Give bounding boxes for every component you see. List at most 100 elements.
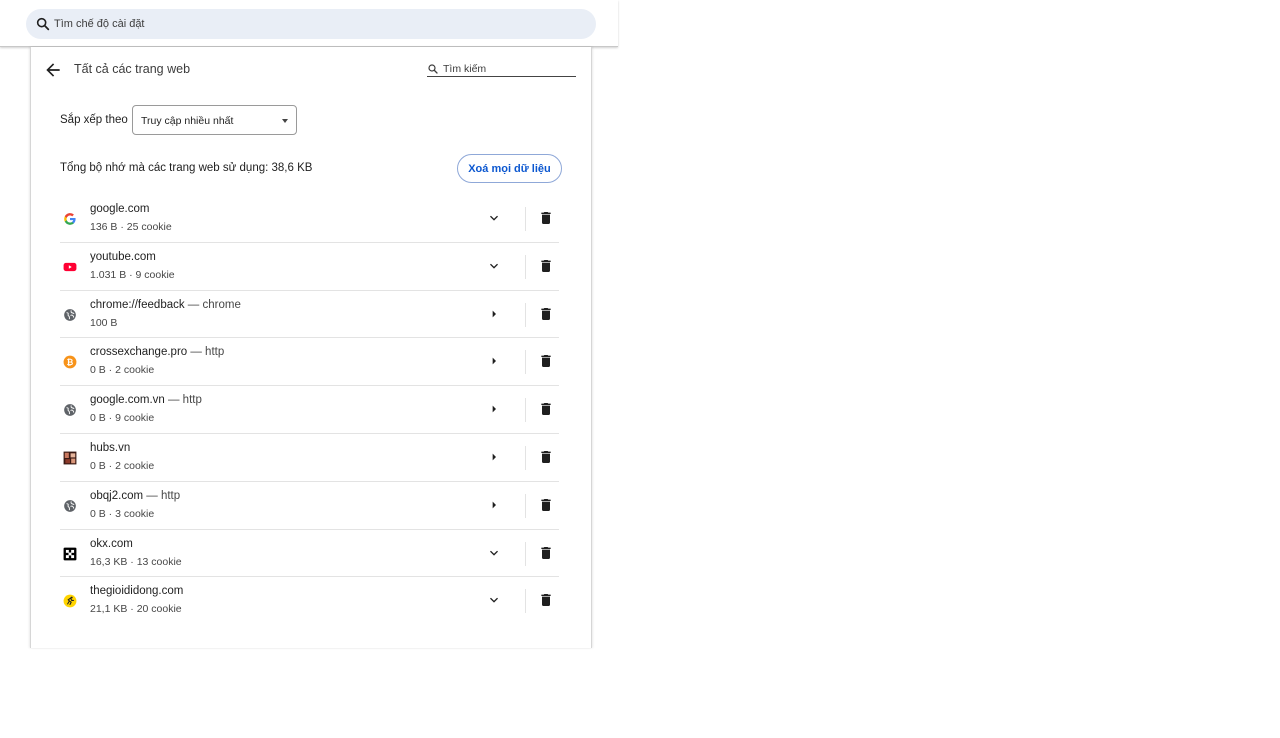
- delete-site-button[interactable]: [538, 449, 554, 465]
- site-row[interactable]: chrome://feedback — chrome 100 B: [60, 291, 559, 339]
- site-host: obqj2.com: [90, 489, 144, 502]
- thegioididong-icon: [63, 594, 77, 608]
- site-row[interactable]: okx.com 16,3 KB · 13 cookie: [60, 530, 559, 578]
- arrow-right-icon[interactable]: [486, 449, 502, 465]
- site-scheme: — http: [143, 489, 181, 502]
- trash-icon: [538, 355, 554, 373]
- search-icon: [428, 64, 438, 74]
- google-icon: [63, 212, 77, 226]
- caret-down-icon: [282, 119, 288, 123]
- site-name: okx.com: [90, 538, 133, 550]
- site-scheme: — chrome: [184, 298, 241, 311]
- settings-search-box[interactable]: [26, 9, 596, 39]
- site-host: crossexchange.pro: [90, 346, 188, 359]
- svg-text:₿: ₿: [67, 357, 74, 367]
- trash-icon: [538, 450, 554, 469]
- site-host: chrome://feedback: [90, 298, 185, 311]
- delete-site-button[interactable]: [538, 497, 554, 513]
- chevron-down-icon[interactable]: [486, 592, 502, 608]
- arrow-right-icon[interactable]: [486, 401, 502, 417]
- delete-site-button[interactable]: [538, 401, 554, 417]
- delete-site-button[interactable]: [538, 545, 554, 561]
- globe-icon: [63, 308, 77, 322]
- okx-icon: [63, 547, 77, 561]
- chevron-down-icon[interactable]: [486, 258, 502, 274]
- site-host: okx.com: [90, 537, 133, 550]
- site-detail: 136 B · 25 cookie: [90, 221, 172, 233]
- site-name: google.com: [90, 203, 149, 215]
- chevron-down-icon[interactable]: [486, 545, 502, 561]
- site-name: chrome://feedback — chrome: [90, 299, 241, 311]
- site-name: obqj2.com — http: [90, 490, 180, 502]
- divider: [525, 541, 526, 566]
- arrow-right-icon[interactable]: [486, 306, 502, 322]
- site-row[interactable]: youtube.com 1.031 B · 9 cookie: [60, 243, 559, 291]
- divider: [525, 207, 526, 231]
- globe-icon: [63, 499, 77, 513]
- site-row[interactable]: obqj2.com — http 0 B · 3 cookie: [60, 482, 559, 530]
- page-title: Tất cả các trang web: [74, 62, 191, 76]
- site-scheme: — http: [187, 346, 225, 359]
- trash-icon: [538, 594, 554, 612]
- sort-selected-value: Truy cập nhiều nhất: [141, 115, 234, 127]
- search-icon: [36, 17, 50, 31]
- delete-site-button[interactable]: [538, 210, 554, 226]
- trash-icon: [538, 259, 554, 278]
- trash-icon: [538, 307, 554, 326]
- delete-site-button[interactable]: [538, 592, 554, 608]
- divider: [525, 398, 526, 423]
- divider: [525, 350, 526, 375]
- all-sites-card: Tất cả các trang web Sắp xếp theo Truy c…: [30, 47, 592, 648]
- chevron-down-icon[interactable]: [486, 210, 502, 226]
- site-name: hubs.vn: [90, 442, 130, 454]
- site-host: hubs.vn: [90, 441, 131, 454]
- site-detail: 0 B · 2 cookie: [90, 459, 155, 472]
- bitcoin-icon: ₿: [63, 355, 77, 369]
- trash-icon: [538, 403, 554, 421]
- site-search-input[interactable]: [443, 61, 573, 76]
- site-row[interactable]: ₿ crossexchange.pro — http 0 B · 2 cooki…: [60, 338, 559, 387]
- site-detail: 0 B · 3 cookie: [90, 507, 155, 520]
- hubs-icon: [63, 451, 77, 465]
- delete-site-button[interactable]: [538, 353, 554, 369]
- back-arrow-icon[interactable]: [43, 60, 63, 80]
- sort-dropdown[interactable]: Truy cập nhiều nhất: [132, 105, 297, 135]
- site-host: google.com: [90, 203, 150, 215]
- site-host: youtube.com: [90, 250, 156, 263]
- site-host: google.com.vn: [90, 394, 165, 407]
- clear-all-data-button[interactable]: Xoá mọi dữ liệu: [457, 154, 562, 183]
- site-detail: 16,3 KB · 13 cookie: [90, 555, 182, 568]
- site-row[interactable]: thegioididong.com 21,1 KB · 20 cookie: [60, 577, 559, 625]
- globe-icon: [63, 403, 77, 417]
- trash-icon: [538, 546, 554, 565]
- site-name: thegioididong.com: [90, 585, 183, 597]
- site-detail: 21,1 KB · 20 cookie: [90, 603, 182, 616]
- site-detail: 0 B · 9 cookie: [90, 412, 155, 425]
- delete-site-button[interactable]: [538, 258, 554, 274]
- sort-label: Sắp xếp theo: [60, 114, 128, 126]
- arrow-right-icon[interactable]: [486, 353, 502, 369]
- trash-icon: [538, 498, 554, 517]
- arrow-right-icon[interactable]: [486, 497, 502, 513]
- site-search-box[interactable]: [427, 61, 576, 77]
- site-detail: 100 B: [90, 316, 118, 329]
- settings-search-input[interactable]: [54, 9, 574, 39]
- site-detail: 1.031 B · 9 cookie: [90, 268, 175, 281]
- site-row[interactable]: google.com.vn — http 0 B · 9 cookie: [60, 386, 559, 434]
- delete-site-button[interactable]: [538, 306, 554, 322]
- site-row[interactable]: hubs.vn 0 B · 2 cookie: [60, 434, 559, 482]
- site-row[interactable]: google.com 136 B · 25 cookie: [60, 195, 559, 243]
- site-host: thegioididong.com: [90, 585, 184, 598]
- divider: [525, 254, 526, 279]
- site-name: google.com.vn — http: [90, 394, 202, 406]
- site-list: google.com 136 B · 25 cookie youtube.com…: [60, 195, 559, 625]
- site-name: crossexchange.pro — http: [90, 346, 224, 358]
- settings-header: [0, 0, 618, 47]
- total-storage-text: Tổng bộ nhớ mà các trang web sử dụng: 38…: [60, 162, 313, 174]
- divider: [525, 445, 526, 470]
- youtube-icon: [63, 260, 77, 274]
- divider: [525, 493, 526, 518]
- site-detail: 0 B · 2 cookie: [90, 364, 155, 377]
- divider: [525, 589, 526, 614]
- site-scheme: — http: [164, 394, 202, 407]
